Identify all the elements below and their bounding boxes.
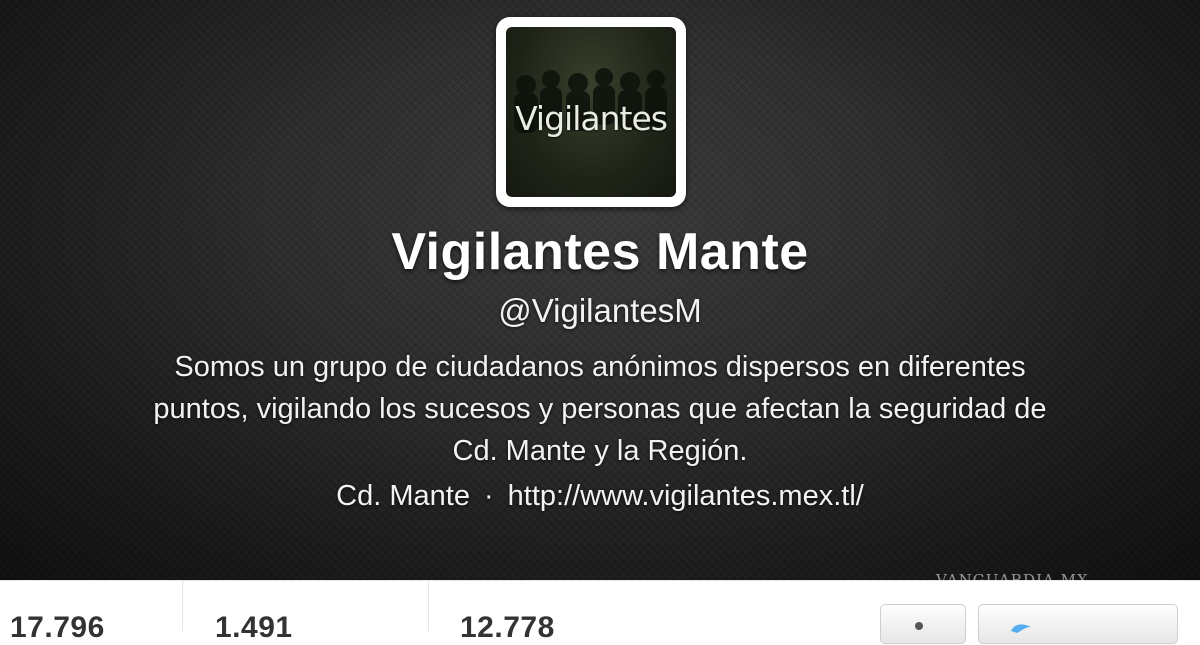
- user-actions-button[interactable]: [880, 604, 966, 644]
- profile-name: Vigilantes Mante: [391, 223, 809, 281]
- bio-line: Cd. Mante y la Región.: [452, 435, 748, 467]
- followers-count: 12.778: [460, 611, 555, 644]
- avatar-logo-text: Vigilantes: [515, 99, 668, 138]
- watermark: VANGUARDIA MX: [936, 571, 1089, 589]
- profile-bio: Somos un grupo de ciudadanos anónimos di…: [60, 346, 1140, 472]
- meta-separator: ·: [483, 480, 494, 512]
- avatar-image: Vigilantes: [506, 27, 676, 197]
- following-count: 1.491: [215, 611, 293, 644]
- stats-divider: [182, 581, 183, 631]
- follow-button[interactable]: [978, 604, 1178, 644]
- tweets-count: 17.796: [10, 611, 105, 644]
- bio-line: puntos, vigilando los sucesos y personas…: [153, 393, 1047, 425]
- profile-handle[interactable]: @VigilantesM: [0, 292, 1200, 330]
- profile-url-link[interactable]: http://www.vigilantes.mex.tl/: [508, 480, 864, 512]
- stat-followers[interactable]: 12.778: [460, 581, 660, 644]
- bio-line: Somos un grupo de ciudadanos anónimos di…: [174, 351, 1026, 383]
- stat-tweets[interactable]: 17.796: [10, 581, 180, 644]
- bird-icon: [1011, 624, 1031, 633]
- profile-avatar[interactable]: Vigilantes: [496, 17, 686, 207]
- profile-header: Vigilantes Vigilantes Mante @VigilantesM…: [0, 0, 1200, 580]
- stats-divider: [428, 581, 429, 631]
- stat-following[interactable]: 1.491: [215, 581, 415, 644]
- profile-meta: Cd. Mante · http://www.vigilantes.mex.tl/: [0, 480, 1200, 513]
- profile-location: Cd. Mante: [336, 480, 470, 512]
- user-icon: [915, 622, 923, 630]
